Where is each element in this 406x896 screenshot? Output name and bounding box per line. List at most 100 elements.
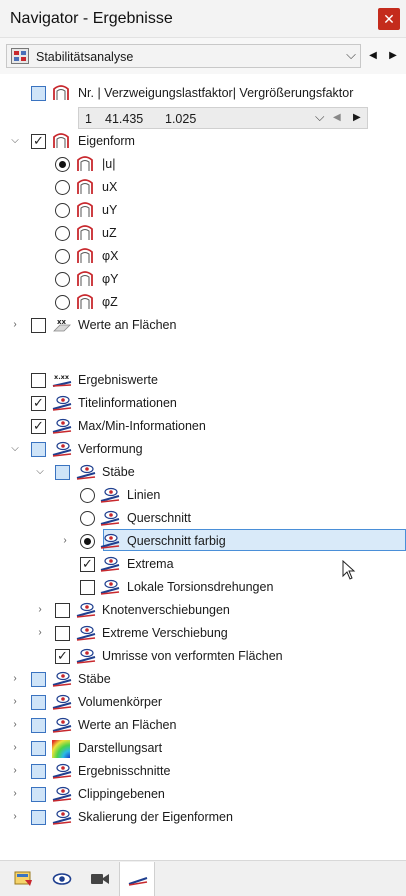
tree-item-querschnitt-farbig[interactable]: › Querschnitt farbig [0,530,406,553]
tree-item-mode-u[interactable]: |u| [0,153,406,176]
chevron-down-icon[interactable]: ⌵ [34,464,46,480]
chevron-right-icon[interactable]: › [9,809,21,825]
querschnitt-radio[interactable] [80,511,95,526]
result-eye-icon [52,395,72,411]
result-eye-icon [100,487,120,503]
tree-item-darstellungsart[interactable]: › Darstellungsart [0,737,406,760]
chevron-right-icon[interactable]: › [9,786,21,802]
tree-item-mode-uy[interactable]: uY [0,199,406,222]
lokale-torsion-checkbox[interactable] [80,580,95,595]
werte-flaechen-checkbox[interactable] [31,718,46,733]
eigenform-checkbox[interactable] [31,133,46,149]
analysis-dropdown[interactable]: Stabilitätsanalyse ⌵ [6,44,361,68]
next-mode-button[interactable]: ▶ [353,112,361,123]
navigator-tab-bar [0,860,406,896]
chevron-right-icon[interactable]: › [34,602,46,618]
skalierung-checkbox[interactable] [31,810,46,825]
tree-item-ergebnisschnitte[interactable]: › Ergebnisschnitte [0,760,406,783]
staebe-checkbox[interactable] [31,672,46,687]
ergebnisschnitte-label: Ergebnisschnitte [78,764,171,778]
maxmin-checkbox[interactable] [31,418,46,434]
tab-view[interactable] [44,862,80,896]
ergebniswerte-checkbox[interactable] [31,373,46,388]
tree-item-verformung[interactable]: ⌵ Verformung [0,438,406,461]
results-icon [128,877,148,886]
mode-ux-radio[interactable] [55,180,70,195]
knotenverschiebungen-checkbox[interactable] [55,603,70,618]
chevron-right-icon[interactable]: › [59,533,71,549]
staebe-sub-checkbox[interactable] [55,465,70,480]
tree-item-maxmin[interactable]: Max/Min-Informationen [0,415,406,438]
tree-item-linien[interactable]: Linien [0,484,406,507]
tab-camera[interactable] [82,862,118,896]
tree-item-volumenkoerper[interactable]: › Volumenkörper [0,691,406,714]
tree-item-mode-phiy[interactable]: φY [0,268,406,291]
ergebnisschnitte-checkbox[interactable] [31,764,46,779]
tree-item-umrisse[interactable]: Umrisse von verformten Flächen [0,645,406,668]
mode-phiy-radio[interactable] [55,272,70,287]
querschnitt-farbig-radio[interactable] [80,534,95,549]
previous-analysis-button[interactable]: ◀ [364,44,382,68]
tree-item-staebe[interactable]: › Stäbe [0,668,406,691]
result-eye-icon [76,625,96,641]
mode-number-combobox[interactable]: 1 41.435 1.025 ⌵ ◀ ▶ [78,107,368,129]
tree-item-querschnitt[interactable]: Querschnitt [0,507,406,530]
verformung-checkbox[interactable] [31,442,46,457]
chevron-right-icon[interactable]: › [9,763,21,779]
mode-selector-checkbox[interactable] [31,86,46,101]
tree-item-mode-uz[interactable]: uZ [0,222,406,245]
werte-flaechen-top-checkbox[interactable] [31,318,46,333]
tree-item-eigenform[interactable]: ⌵ Eigenform [0,130,406,153]
mode-u-label: |u| [102,157,116,171]
result-eye-icon [52,786,72,802]
chevron-right-icon[interactable]: › [9,694,21,710]
mode-u-radio[interactable] [55,157,70,172]
tree-item-extreme-verschiebung[interactable]: › Extreme Verschiebung [0,622,406,645]
tree-item-werte-flaechen[interactable]: › Werte an Flächen [0,714,406,737]
extreme-verschiebung-checkbox[interactable] [55,626,70,641]
tree-item-titelinformationen[interactable]: Titelinformationen [0,392,406,415]
navigator-tree: Nr. | Verzweigungslastfaktor| Vergrößeru… [0,74,406,860]
chevron-right-icon[interactable]: › [34,625,46,641]
chevron-down-icon[interactable]: ⌵ [9,441,21,457]
tree-item-mode-phiz[interactable]: φZ [0,291,406,314]
clippingebenen-checkbox[interactable] [31,787,46,802]
chevron-right-icon[interactable]: › [9,317,21,333]
chevron-down-icon: ⌵ [346,47,356,62]
mode-shape-icon [52,85,70,101]
titelinformationen-checkbox[interactable] [31,395,46,411]
stability-analysis-icon [11,48,29,67]
tree-item-mode-ux[interactable]: uX [0,176,406,199]
next-analysis-button[interactable]: ▶ [384,44,402,68]
tree-item-staebe-sub[interactable]: ⌵ Stäbe [0,461,406,484]
tree-item-clippingebenen[interactable]: › Clippingebenen [0,783,406,806]
mode-uz-radio[interactable] [55,226,70,241]
linien-radio[interactable] [80,488,95,503]
tree-item-knotenverschiebungen[interactable]: › Knotenverschiebungen [0,599,406,622]
tab-data[interactable] [6,862,42,896]
tab-results[interactable] [119,862,155,896]
mode-phiz-label: φZ [102,295,118,309]
chevron-down-icon[interactable]: ⌵ [9,133,21,149]
chevron-right-icon[interactable]: › [9,671,21,687]
svg-text:x.xx: x.xx [54,373,70,381]
previous-mode-button[interactable]: ◀ [333,112,341,123]
volumenkoerper-checkbox[interactable] [31,695,46,710]
tree-item-mode-phix[interactable]: φX [0,245,406,268]
color-gradient-icon [52,740,70,758]
mode-phiz-radio[interactable] [55,295,70,310]
linien-label: Linien [127,488,161,502]
umrisse-checkbox[interactable] [55,648,70,664]
darstellungsart-checkbox[interactable] [31,741,46,756]
mode-shape-icon [76,202,94,218]
chevron-right-icon[interactable]: › [9,717,21,733]
close-button[interactable]: ✕ [378,8,400,30]
mode-phix-radio[interactable] [55,249,70,264]
mode-uy-radio[interactable] [55,203,70,218]
chevron-right-icon[interactable]: › [9,740,21,756]
tree-item-werte-flaechen-top[interactable]: › xx Werte an Flächen [0,314,406,337]
extreme-verschiebung-label: Extreme Verschiebung [102,626,228,640]
tree-item-skalierung[interactable]: › Skalierung der Eigenformen [0,806,406,829]
tree-item-ergebniswerte[interactable]: x.xx Ergebniswerte [0,369,406,392]
extrema-checkbox[interactable] [80,556,95,572]
